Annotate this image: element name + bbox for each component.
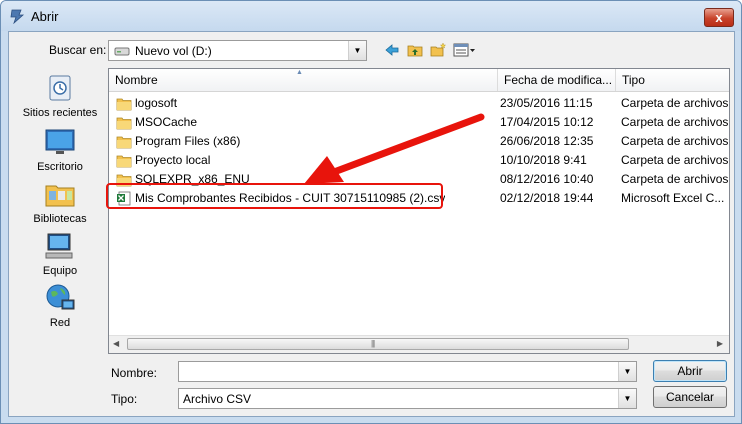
place-recent[interactable]: Sitios recientes xyxy=(15,72,105,119)
chevron-down-icon[interactable]: ▼ xyxy=(348,41,366,60)
app-icon xyxy=(10,9,25,24)
file-name: Proyecto local xyxy=(135,153,211,167)
sort-ascending-icon: ▲ xyxy=(296,69,303,76)
file-name: logosoft xyxy=(135,96,178,110)
list-header: Nombre ▲ Fecha de modifica... Tipo xyxy=(109,69,729,92)
title-bar[interactable]: Abrir x xyxy=(1,1,741,31)
annotation-arrow-icon xyxy=(304,113,485,184)
network-icon xyxy=(46,284,75,310)
folder-icon xyxy=(116,98,132,111)
file-name: MSOCache xyxy=(135,115,198,129)
filetype-dropdown[interactable]: Archivo CSV ▼ xyxy=(178,388,637,409)
file-date: 17/04/2015 10:12 xyxy=(500,115,594,129)
open-button[interactable]: Abrir xyxy=(653,360,727,382)
file-date: 26/06/2018 12:35 xyxy=(500,134,594,148)
file-type: Carpeta de archivos xyxy=(621,134,729,148)
place-label: Bibliotecas xyxy=(33,213,87,225)
libraries-icon xyxy=(45,185,75,207)
new-folder-icon[interactable] xyxy=(430,42,446,58)
place-desktop[interactable]: Escritorio xyxy=(15,126,105,173)
up-folder-icon[interactable] xyxy=(407,42,423,58)
view-menu-icon[interactable] xyxy=(453,42,477,58)
desktop-icon xyxy=(45,129,75,154)
file-list[interactable]: Nombre ▲ Fecha de modifica... Tipo logos… xyxy=(108,68,730,354)
file-date: 10/10/2018 9:41 xyxy=(500,153,587,167)
place-label: Equipo xyxy=(42,265,78,277)
file-date: 08/12/2016 10:40 xyxy=(500,172,594,186)
grip-icon: ||| xyxy=(371,339,375,348)
file-type: Microsoft Excel C... xyxy=(621,191,725,205)
filename-input[interactable]: ▼ xyxy=(178,361,637,382)
look-in-dropdown[interactable]: Nuevo vol (D:) ▼ xyxy=(108,40,367,61)
file-name: Program Files (x86) xyxy=(135,134,241,148)
folder-icon xyxy=(116,155,132,168)
file-type: Carpeta de archivos xyxy=(621,115,729,129)
place-computer[interactable]: Equipo xyxy=(15,230,105,277)
close-button[interactable]: x xyxy=(704,8,734,27)
scroll-right-icon[interactable]: ▶ xyxy=(717,339,723,348)
file-type: Carpeta de archivos xyxy=(621,153,729,167)
place-label: Sitios recientes xyxy=(22,107,98,119)
file-type: Carpeta de archivos xyxy=(621,172,729,186)
folder-icon xyxy=(116,117,132,130)
dialog-body: Buscar en: Nuevo vol (D:) ▼ Sitios recie… xyxy=(8,31,735,417)
folder-icon xyxy=(116,136,132,149)
computer-icon xyxy=(45,233,73,259)
filetype-label: Tipo: xyxy=(111,392,138,406)
chevron-down-icon[interactable]: ▼ xyxy=(618,389,636,408)
recent-places-icon xyxy=(49,75,71,101)
open-file-dialog: Abrir x Buscar en: Nuevo vol (D:) ▼ Siti… xyxy=(0,0,742,424)
scroll-left-icon[interactable]: ◀ xyxy=(113,339,119,348)
filetype-value: Archivo CSV xyxy=(183,392,252,406)
chevron-down-icon[interactable]: ▼ xyxy=(618,362,636,381)
file-type: Carpeta de archivos xyxy=(621,96,729,110)
places-bar: Sitios recientes Escritorio Bibliotecas xyxy=(15,68,105,354)
look-in-value: Nuevo vol (D:) xyxy=(135,44,212,58)
filename-label: Nombre: xyxy=(111,366,158,380)
place-libraries[interactable]: Bibliotecas xyxy=(15,178,105,225)
column-type[interactable]: Tipo xyxy=(616,69,729,91)
window-title: Abrir xyxy=(31,9,59,24)
cancel-button[interactable]: Cancelar xyxy=(653,386,727,408)
look-in-label: Buscar en: xyxy=(49,43,107,57)
file-date: 23/05/2016 11:15 xyxy=(500,96,593,110)
horizontal-scrollbar[interactable]: ◀ ||| ▶ xyxy=(109,335,729,353)
column-date[interactable]: Fecha de modifica... xyxy=(498,69,616,91)
back-icon[interactable] xyxy=(384,42,400,58)
list-item[interactable]: logosoft 23/05/2016 11:15 Carpeta de arc… xyxy=(109,94,729,113)
place-label: Red xyxy=(49,317,71,329)
place-label: Escritorio xyxy=(37,161,83,173)
column-name[interactable]: Nombre xyxy=(109,69,498,91)
file-date: 02/12/2018 19:44 xyxy=(500,191,594,205)
drive-icon xyxy=(114,47,130,56)
place-network[interactable]: Red xyxy=(15,282,105,329)
scroll-thumb[interactable]: ||| xyxy=(127,338,629,350)
